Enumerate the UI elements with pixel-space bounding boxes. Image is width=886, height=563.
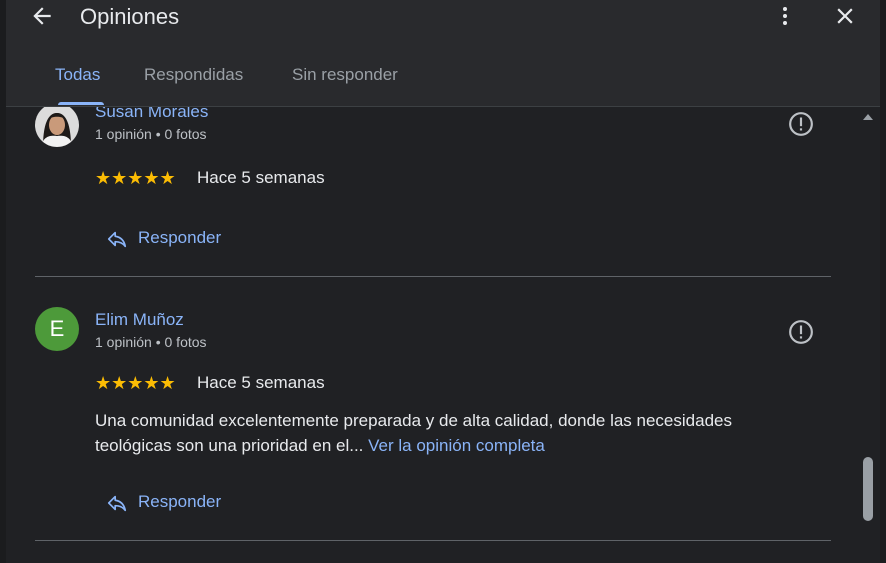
active-tab-indicator — [58, 102, 104, 105]
tab-todas[interactable]: Todas — [55, 64, 100, 86]
arrow-left-icon[interactable] — [29, 3, 55, 29]
more-vert-icon[interactable] — [773, 3, 797, 29]
reviewer-meta: 1 opinión • 0 fotos — [95, 334, 207, 350]
scrollbar-thumb[interactable] — [863, 457, 873, 521]
page-title: Opiniones — [80, 4, 180, 29]
tab-sin-responder[interactable]: Sin responder — [292, 64, 398, 86]
reviews-list[interactable]: Susan Morales 1 opinión • 0 fotos ★★★★★ … — [6, 107, 856, 563]
header: Opiniones Todas Respondidas Sin responde… — [6, 0, 880, 106]
scrollbar[interactable] — [856, 107, 880, 563]
right-window-edge — [880, 0, 886, 563]
review-date: Hace 5 semanas — [197, 373, 325, 392]
reply-arrow-icon — [107, 495, 127, 512]
reviewer-meta: 1 opinión • 0 fotos — [95, 126, 207, 142]
reviewer-name[interactable]: Susan Morales — [95, 107, 208, 123]
avatar[interactable]: E — [35, 307, 79, 351]
reply-label: Responder — [138, 228, 222, 247]
profile-photo-icon — [35, 107, 79, 147]
review-date: Hace 5 semanas — [197, 168, 325, 187]
reply-arrow-icon — [107, 231, 127, 248]
scroll-up-arrow-icon[interactable] — [862, 111, 874, 123]
star-rating: ★★★★★ — [95, 168, 176, 188]
report-flag-icon[interactable] — [788, 319, 814, 345]
reply-label: Responder — [138, 492, 222, 511]
avatar[interactable] — [35, 107, 79, 147]
tab-respondidas[interactable]: Respondidas — [144, 64, 243, 86]
review-text: Una comunidad excelentemente preparada y… — [95, 408, 795, 458]
close-icon[interactable] — [832, 3, 858, 29]
review-divider — [35, 276, 831, 277]
review-divider — [35, 540, 831, 541]
read-full-review-link[interactable]: Ver la opinión completa — [368, 436, 545, 455]
report-flag-icon[interactable] — [788, 111, 814, 137]
reviewer-name[interactable]: Elim Muñoz — [95, 309, 184, 331]
star-rating: ★★★★★ — [95, 373, 176, 393]
